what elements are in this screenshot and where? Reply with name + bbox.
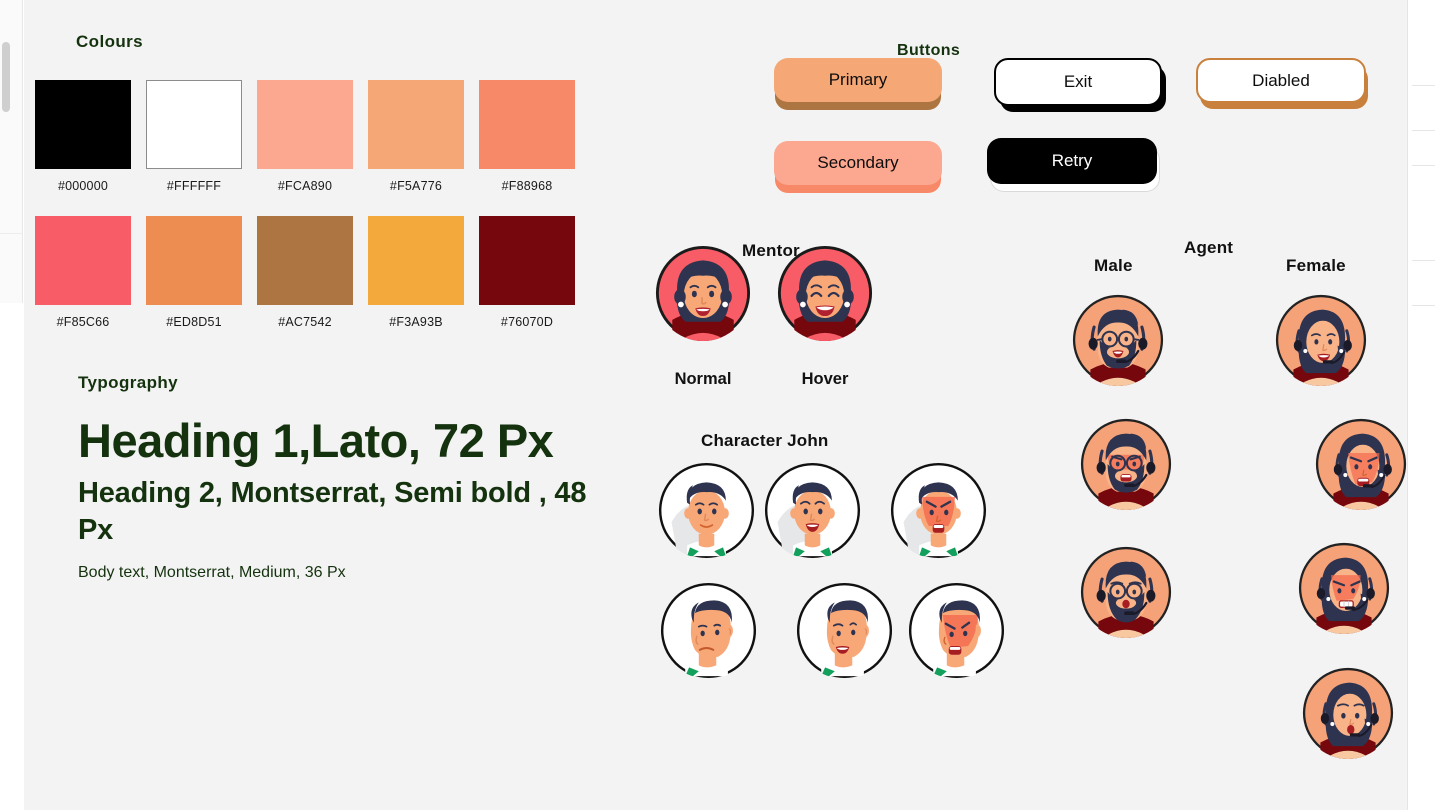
john-angry-front-illustration [890, 462, 987, 559]
agent-female-avatar-surprised[interactable] [1302, 667, 1394, 759]
swatch-chip [479, 216, 575, 305]
colour-swatch[interactable]: #FCA890 [257, 80, 367, 193]
mentor-hover-caption: Hover [801, 370, 849, 388]
agent-male-avatar-talking[interactable] [1080, 418, 1172, 510]
mentor-normal-caption: Normal [674, 370, 732, 388]
swatch-hex-label: #76070D [500, 315, 554, 329]
character-avatar-happy-front[interactable] [764, 462, 861, 559]
john-angry-side-illustration [908, 582, 1005, 679]
character-avatar-happy-side[interactable] [796, 582, 893, 679]
panel-row-divider [1412, 165, 1435, 260]
mentor-avatar-hover[interactable] [777, 245, 873, 341]
left-rail-divider [0, 233, 23, 234]
panel-row-divider [1412, 260, 1435, 305]
exit-button[interactable]: Exit [994, 58, 1162, 106]
secondary-button[interactable]: Secondary [774, 141, 942, 185]
heading-1-sample: Heading 1,Lato, 72 Px [78, 414, 554, 467]
colours-section-title: Colours [76, 32, 144, 51]
swatch-hex-label: #F85C66 [56, 315, 110, 329]
vertical-scrollbar-thumb[interactable] [2, 42, 10, 112]
swatch-chip [368, 80, 464, 169]
agent-male-avatar-happy[interactable] [1072, 294, 1164, 386]
colour-swatch[interactable]: #AC7542 [257, 216, 367, 329]
swatch-hex-label: #F88968 [501, 179, 553, 193]
right-side-panel [1412, 0, 1435, 810]
agent-male-surprised-illustration [1080, 546, 1172, 638]
agent-female-avatar-happy[interactable] [1275, 294, 1367, 386]
mentor-hover-illustration [777, 245, 873, 341]
colour-swatch[interactable]: #ED8D51 [146, 216, 256, 329]
colour-swatch[interactable]: #76070D [479, 216, 589, 329]
agent-female-angry-illustration [1315, 418, 1407, 510]
swatch-hex-label: #FFFFFF [166, 179, 222, 193]
agent-female-surprised-illustration [1302, 667, 1394, 759]
panel-row-divider [1412, 305, 1435, 810]
colour-swatch[interactable]: #FFFFFF [146, 80, 256, 193]
design-system-page: Colours #000000 #FFFFFF #FCA890 #F5A776 [0, 0, 1435, 810]
body-text-sample: Body text, Montserrat, Medium, 36 Px [78, 564, 346, 581]
swatch-chip [368, 216, 464, 305]
artboard-canvas: Colours #000000 #FFFFFF #FCA890 #F5A776 [24, 0, 1408, 810]
agent-section-title: Agent [1184, 238, 1234, 257]
character-section-title: Character John [701, 431, 829, 450]
character-avatar-neutral-front[interactable] [658, 462, 755, 559]
character-avatar-sad-side[interactable] [660, 582, 757, 679]
character-avatar-angry-side[interactable] [908, 582, 1005, 679]
agent-male-talking-illustration [1080, 418, 1172, 510]
typography-section-title: Typography [78, 373, 179, 392]
primary-button[interactable]: Primary [774, 58, 942, 102]
panel-row-divider [1412, 130, 1435, 165]
character-avatar-angry-front[interactable] [890, 462, 987, 559]
agent-male-happy-illustration [1072, 294, 1164, 386]
colour-swatch[interactable]: #F85C66 [35, 216, 145, 329]
swatch-chip [35, 80, 131, 169]
swatch-chip [257, 80, 353, 169]
john-sad-side-illustration [660, 582, 757, 679]
agent-male-avatar-surprised[interactable] [1080, 546, 1172, 638]
swatch-chip [257, 216, 353, 305]
retry-button[interactable]: Retry [987, 138, 1157, 184]
colour-swatch[interactable]: #F3A93B [368, 216, 478, 329]
swatch-chip [146, 80, 242, 169]
john-neutral-front-illustration [658, 462, 755, 559]
panel-row-divider [1412, 85, 1435, 130]
agent-female-column-label: Female [1286, 256, 1346, 275]
agent-female-avatar-angry[interactable] [1315, 418, 1407, 510]
disabled-button[interactable]: Diabled [1196, 58, 1366, 103]
swatch-hex-label: #ED8D51 [166, 315, 222, 329]
swatch-chip [146, 216, 242, 305]
colour-swatch[interactable]: #F5A776 [368, 80, 478, 193]
colour-swatch[interactable]: #F88968 [479, 80, 589, 193]
swatch-hex-label: #F5A776 [389, 179, 443, 193]
heading-2-sample: Heading 2, Montserrat, Semi bold , 48 Px [78, 477, 587, 546]
mentor-avatar-normal[interactable] [655, 245, 751, 341]
swatch-chip [479, 80, 575, 169]
left-rail [0, 0, 24, 810]
john-happy-front-illustration [764, 462, 861, 559]
swatch-hex-label: #FCA890 [277, 179, 333, 193]
swatch-chip [35, 216, 131, 305]
agent-female-happy-illustration [1275, 294, 1367, 386]
swatch-hex-label: #F3A93B [389, 315, 443, 329]
agent-male-column-label: Male [1094, 256, 1133, 275]
typography-specimen: Heading 1,Lato, 72 Px Heading 2, Montser… [78, 412, 598, 584]
swatch-hex-label: #000000 [57, 179, 109, 193]
john-happy-side-illustration [796, 582, 893, 679]
mentor-normal-illustration [655, 245, 751, 341]
agent-female-avatar-gritting[interactable] [1298, 542, 1390, 634]
colour-swatch[interactable]: #000000 [35, 80, 145, 193]
swatch-hex-label: #AC7542 [278, 315, 332, 329]
agent-female-gritting-illustration [1298, 542, 1390, 634]
